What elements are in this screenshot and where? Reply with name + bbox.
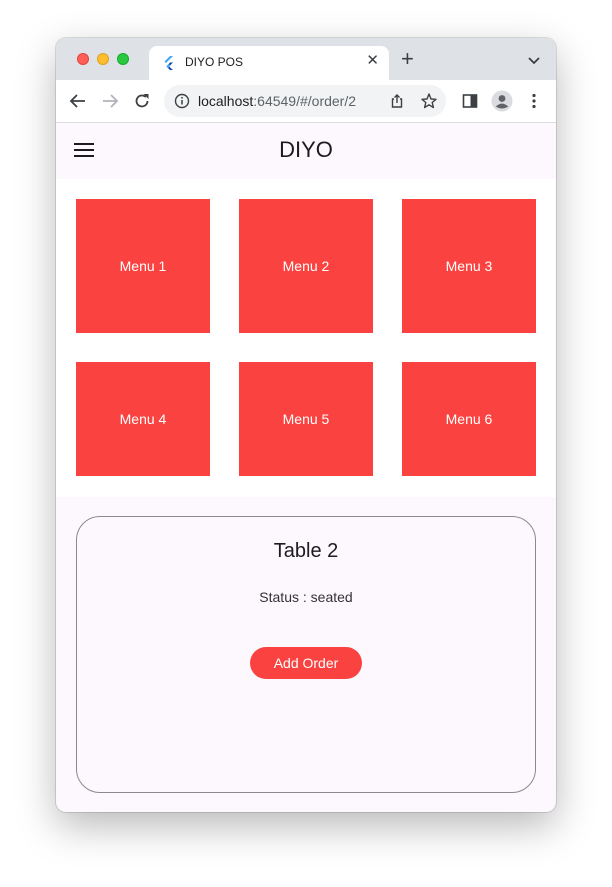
- minimize-window-button[interactable]: [97, 53, 109, 65]
- bookmark-star-icon[interactable]: [420, 92, 438, 110]
- reload-icon[interactable]: [132, 91, 152, 111]
- chevron-down-icon[interactable]: [526, 52, 542, 68]
- menu-tile-1[interactable]: Menu 1: [76, 199, 210, 333]
- back-arrow-icon[interactable]: [68, 91, 88, 111]
- tab-strip: DIYO POS ✕ +: [56, 38, 556, 80]
- browser-window: DIYO POS ✕ + localhost:64549/#/order/2 D…: [56, 38, 556, 812]
- app-title: DIYO: [279, 137, 333, 162]
- address-bar[interactable]: localhost:64549/#/order/2: [164, 85, 446, 117]
- table-title: Table 2: [273, 540, 339, 562]
- profile-avatar-icon[interactable]: [491, 90, 513, 112]
- menu-tile-3[interactable]: Menu 3: [402, 199, 536, 333]
- share-icon[interactable]: [389, 93, 405, 109]
- tab-title: DIYO POS: [185, 55, 244, 69]
- url-text[interactable]: localhost:64549/#/order/2: [198, 93, 356, 109]
- menu-grid: Menu 1 Menu 2 Menu 3 Menu 4 Menu 5 Menu …: [56, 179, 556, 497]
- table-card: Table 2 Status : seated Add Order: [76, 516, 536, 793]
- menu-tile-4[interactable]: Menu 4: [76, 362, 210, 476]
- maximize-window-button[interactable]: [117, 53, 129, 65]
- url-host: localhost: [198, 93, 254, 109]
- close-window-button[interactable]: [77, 53, 89, 65]
- side-panel-icon[interactable]: [460, 91, 480, 111]
- new-tab-button[interactable]: +: [401, 48, 414, 70]
- more-vert-icon[interactable]: [524, 91, 544, 111]
- info-icon[interactable]: [174, 93, 190, 109]
- add-order-button[interactable]: Add Order: [250, 647, 362, 679]
- tab-close-icon[interactable]: ✕: [366, 53, 379, 69]
- browser-tab[interactable]: DIYO POS ✕: [149, 46, 389, 80]
- forward-arrow-icon[interactable]: [100, 91, 120, 111]
- app-bar: DIYO: [56, 123, 556, 179]
- menu-tile-5[interactable]: Menu 5: [239, 362, 373, 476]
- url-path: :64549/#/order/2: [253, 93, 357, 109]
- flutter-icon: [164, 56, 173, 70]
- menu-tile-2[interactable]: Menu 2: [239, 199, 373, 333]
- browser-toolbar: localhost:64549/#/order/2: [56, 80, 556, 123]
- menu-tile-6[interactable]: Menu 6: [402, 362, 536, 476]
- table-status: Status : seated: [259, 589, 353, 605]
